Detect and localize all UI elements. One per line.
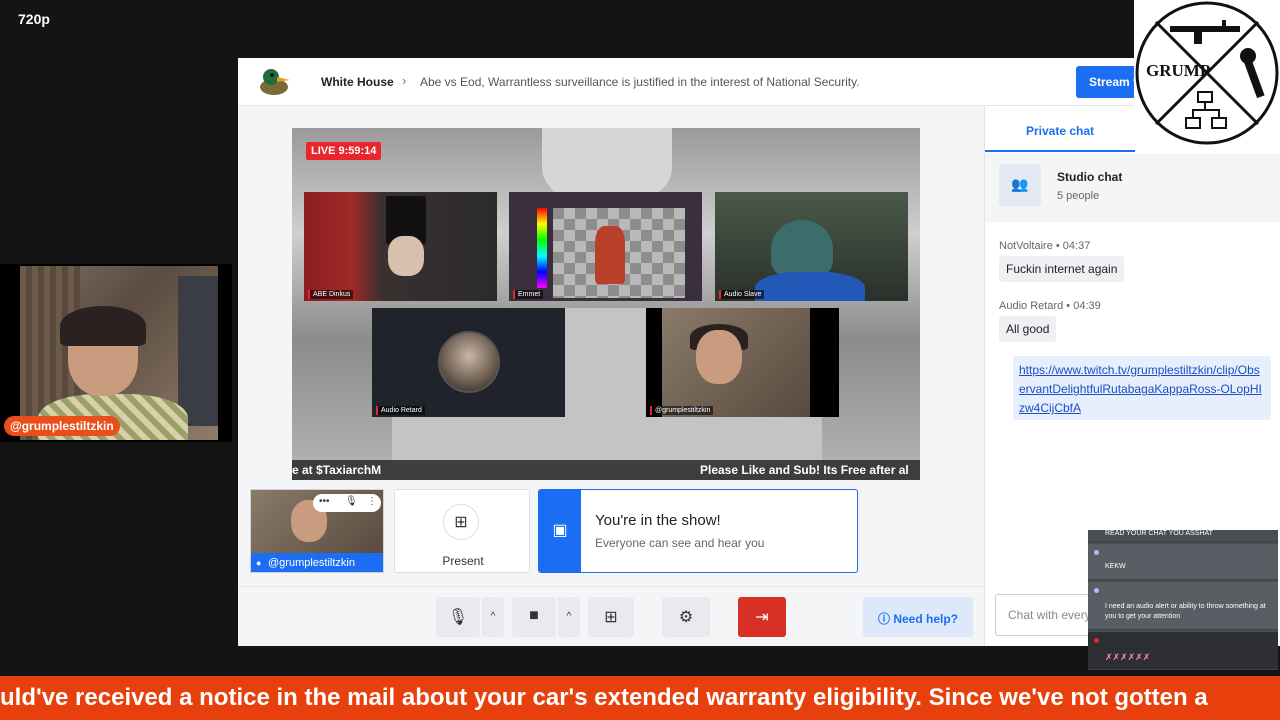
screen-share-icon: ⊞ xyxy=(443,504,479,540)
overlay-chat-text: KEKW xyxy=(1105,563,1126,570)
leave-studio-button[interactable]: ⇥ xyxy=(738,597,786,637)
mic-toggle-button[interactable]: 🎙 xyxy=(436,597,480,637)
webcam-username-tag: @grumplestiltzkin xyxy=(4,416,120,436)
broadcast-canvas: LIVE 9:59:14 ABE Dinkus Emmet Audio Slav… xyxy=(292,128,920,480)
webcam-feed xyxy=(20,266,218,440)
participant-label: Emmet xyxy=(513,290,544,299)
chat-message-text: All good xyxy=(999,316,1057,342)
self-name-bar: ● @grumplestiltzkin xyxy=(251,553,383,572)
mic-icon[interactable]: 🎙 xyxy=(345,496,358,507)
settings-gear-button[interactable]: ⚙ xyxy=(662,597,710,637)
participant-tile: Emmet xyxy=(509,192,702,301)
overlay-chat-text: READ YOUR CHAT YOU ASSHAT xyxy=(1105,530,1213,537)
breadcrumb-chevron-icon: › xyxy=(402,73,407,88)
participant-tile: ABE Dinkus xyxy=(304,192,497,301)
chat-message-text: Fuckin internet again xyxy=(999,256,1125,282)
overlay-chat-row: KEKW xyxy=(1088,544,1278,580)
overlay-chat-row: I need an audio alert or ability to thro… xyxy=(1088,582,1278,630)
grump-logo: GRUMP xyxy=(1134,0,1280,146)
chat-message-author: NotVoltaire xyxy=(999,240,1053,252)
present-label: Present xyxy=(442,554,484,568)
user-icon: ● xyxy=(256,558,262,568)
duck-logo-icon[interactable] xyxy=(258,67,292,97)
studio-toolbar: 🎙 ^ ■ ^ ⊞ ⚙ ⇥ ⓘ Need help? xyxy=(238,586,984,646)
in-show-card: ▣ You're in the show! Everyone can see a… xyxy=(538,489,858,573)
participant-label: ABE Dinkus xyxy=(308,290,354,299)
camera-options-caret-icon[interactable]: ^ xyxy=(558,597,580,637)
canvas-ticker: e at $TaxiarchM Please Like and Sub! Its… xyxy=(292,460,920,480)
user-badge-icon xyxy=(1094,588,1099,593)
participant-label: @grumplestiltzkin xyxy=(650,406,714,415)
overlay-chat-text: I need an audio alert or ability to thro… xyxy=(1105,603,1266,620)
chat-message-meta: Audio Retard • 04:39 xyxy=(999,300,1101,312)
overlay-chat-text: ✗✗✗✗✗✗ xyxy=(1105,652,1151,662)
need-help-button[interactable]: ⓘ Need help? xyxy=(863,597,973,637)
chat-message-time: 04:37 xyxy=(1062,240,1091,252)
participant-label: Audio Slave xyxy=(719,290,765,299)
studio-chat-count: 5 people xyxy=(1057,190,1100,202)
quality-label: 720p xyxy=(18,11,50,27)
person-card-icon: ▣ xyxy=(539,490,581,572)
user-badge-icon xyxy=(1094,550,1099,555)
chat-message-meta: NotVoltaire • 04:37 xyxy=(999,240,1091,252)
broadcast-title[interactable]: Abe vs Eod, Warrantless surveillance is … xyxy=(420,75,860,89)
studio-header: White House › Abe vs Eod, Warrantless su… xyxy=(238,58,1280,106)
stream-chat-overlay: READ YOUR CHAT YOU ASSHAT KEKW I need an… xyxy=(1088,530,1278,670)
overlay-chat-row: ✗✗✗✗✗✗ xyxy=(1088,632,1278,670)
bottom-ticker: uld've received a notice in the mail abo… xyxy=(0,676,1280,720)
camera-toggle-button[interactable]: ■ xyxy=(512,597,556,637)
overlay-chat-row: READ YOUR CHAT YOU ASSHAT xyxy=(1088,530,1278,542)
studio-chat-title: Studio chat xyxy=(1057,170,1123,184)
self-preview-controls: ••• 🎙 ⋮ xyxy=(313,494,381,512)
chat-message-time: 04:39 xyxy=(1073,300,1101,312)
tab-private-chat[interactable]: Private chat xyxy=(985,106,1135,152)
participant-tile: Audio Slave xyxy=(715,192,908,301)
help-circle-icon: ⓘ xyxy=(877,612,894,626)
need-help-label: Need help? xyxy=(893,612,959,626)
breadcrumb-root[interactable]: White House xyxy=(321,75,394,89)
chat-message-author: Audio Retard xyxy=(999,300,1064,312)
ticker-text-left: e at $TaxiarchM xyxy=(292,463,382,477)
self-name-label: @grumplestiltzkin xyxy=(268,557,355,569)
logo-text: GRUMP xyxy=(1146,61,1210,80)
participant-label: Audio Retard xyxy=(376,406,425,415)
present-button[interactable]: ⊞ Present xyxy=(394,489,530,573)
people-icon: 👥 xyxy=(999,164,1041,206)
participant-tile: @grumplestiltzkin xyxy=(646,308,839,417)
in-show-title: You're in the show! xyxy=(595,512,721,529)
live-timer-badge: LIVE 9:59:14 xyxy=(306,142,382,160)
mic-options-caret-icon[interactable]: ^ xyxy=(482,597,504,637)
studio-chat-header[interactable]: 👥 Studio chat 5 people xyxy=(985,154,1280,222)
chat-message-link[interactable]: https://www.twitch.tv/grumplestiltzkin/c… xyxy=(1013,356,1271,420)
self-preview-tile[interactable]: ••• 🎙 ⋮ ● @grumplestiltzkin xyxy=(250,489,384,573)
in-show-subtitle: Everyone can see and hear you xyxy=(595,536,765,550)
more-dots-icon[interactable]: ••• xyxy=(319,496,330,507)
kebab-menu-icon[interactable]: ⋮ xyxy=(367,496,377,507)
share-screen-button[interactable]: ⊞ xyxy=(588,597,634,637)
ticker-text-right: Please Like and Sub! Its Free after al xyxy=(700,463,909,477)
participant-tile: Audio Retard xyxy=(372,308,565,417)
user-badge-icon xyxy=(1094,638,1099,643)
avatar xyxy=(438,331,500,393)
